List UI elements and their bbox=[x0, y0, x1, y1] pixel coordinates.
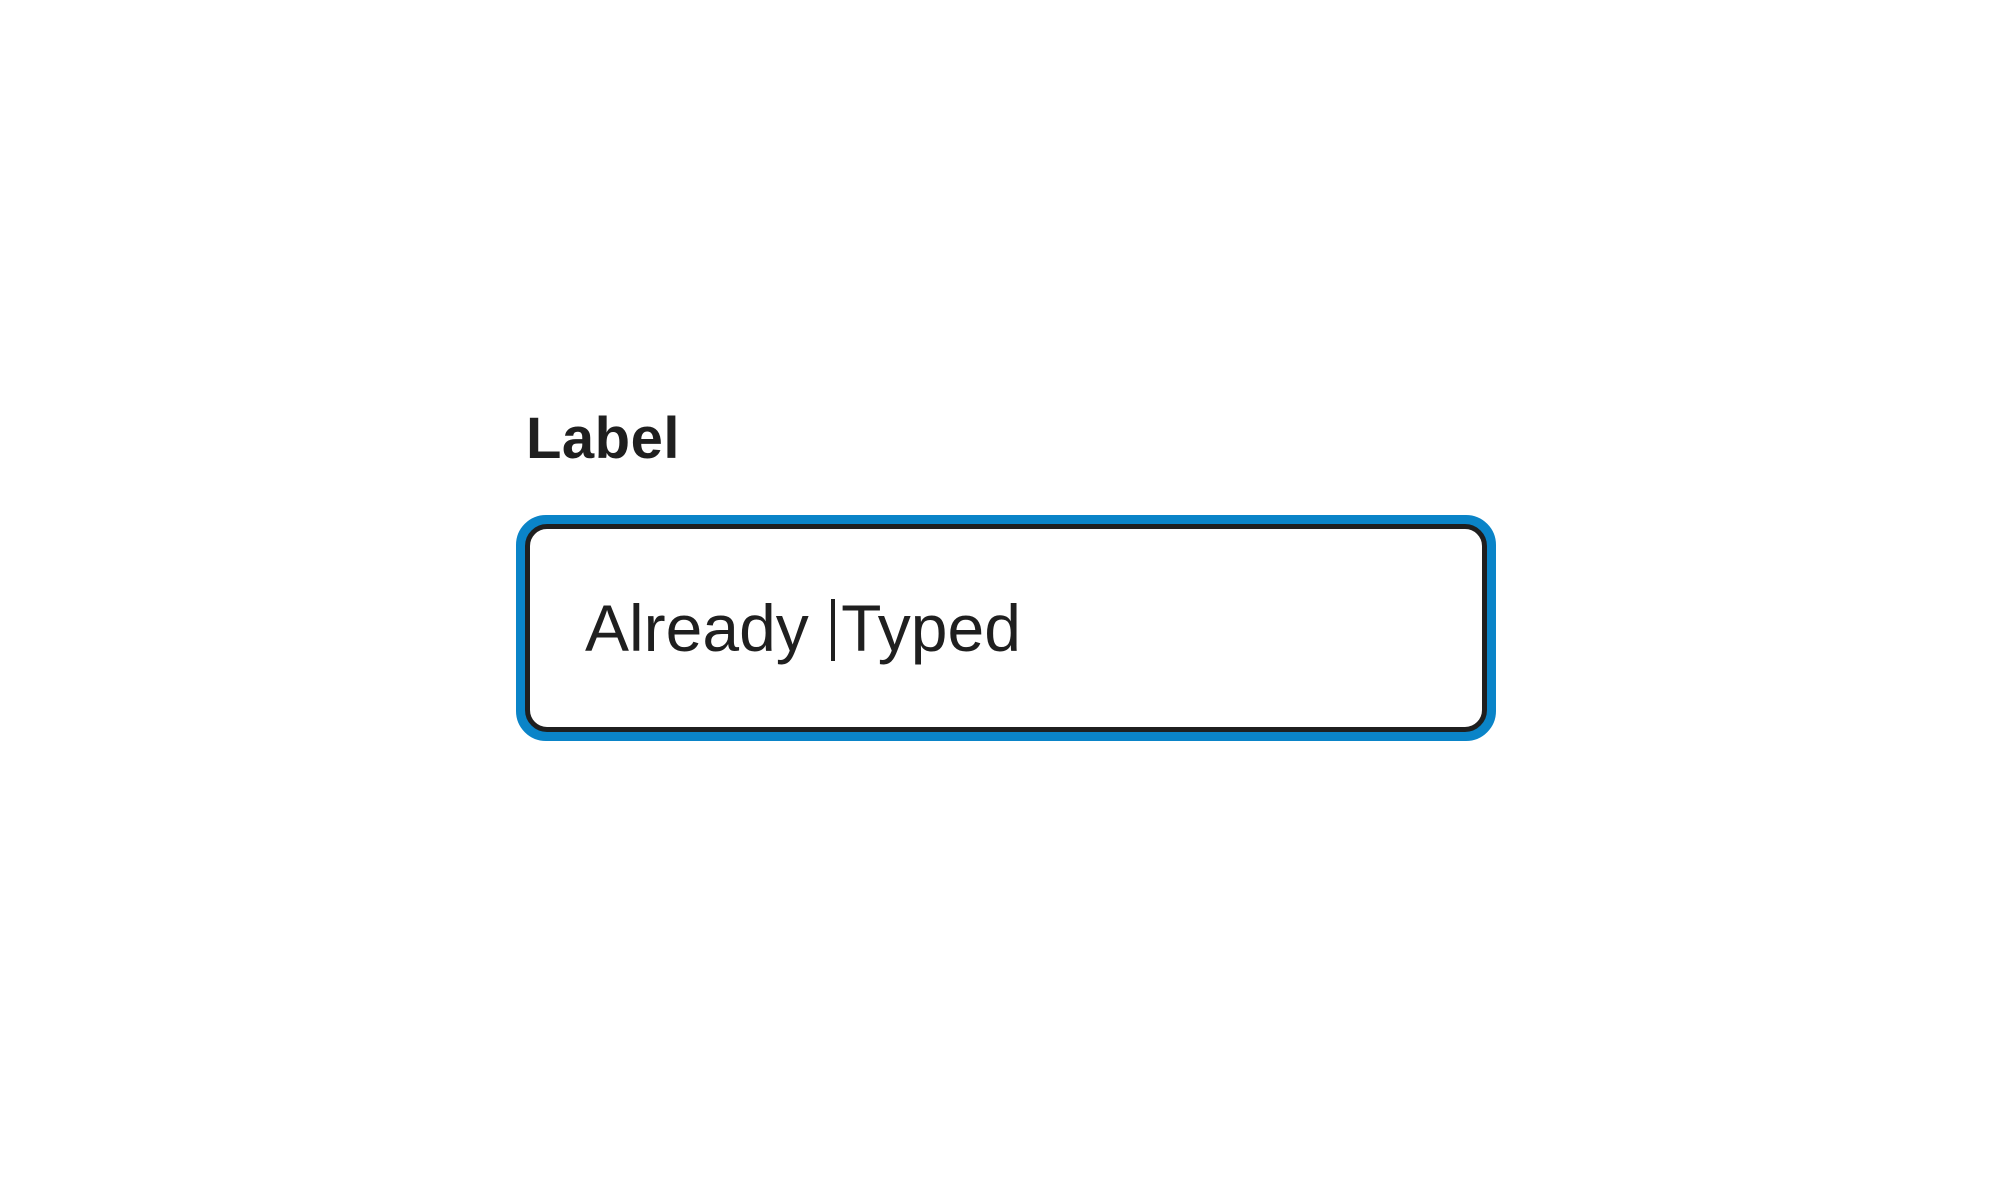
field-label: Label bbox=[526, 406, 680, 471]
page: Label Already Typed bbox=[0, 0, 2000, 1200]
input-value[interactable]: Already Typed bbox=[585, 588, 1021, 668]
text-caret bbox=[831, 599, 836, 661]
text-input[interactable]: Already Typed bbox=[525, 524, 1487, 732]
input-focus-ring: Already Typed bbox=[516, 515, 1496, 741]
input-value-before-caret: Already bbox=[585, 591, 828, 665]
text-field-group: Label Already Typed bbox=[516, 405, 1496, 741]
input-value-after-caret: Typed bbox=[841, 591, 1021, 665]
